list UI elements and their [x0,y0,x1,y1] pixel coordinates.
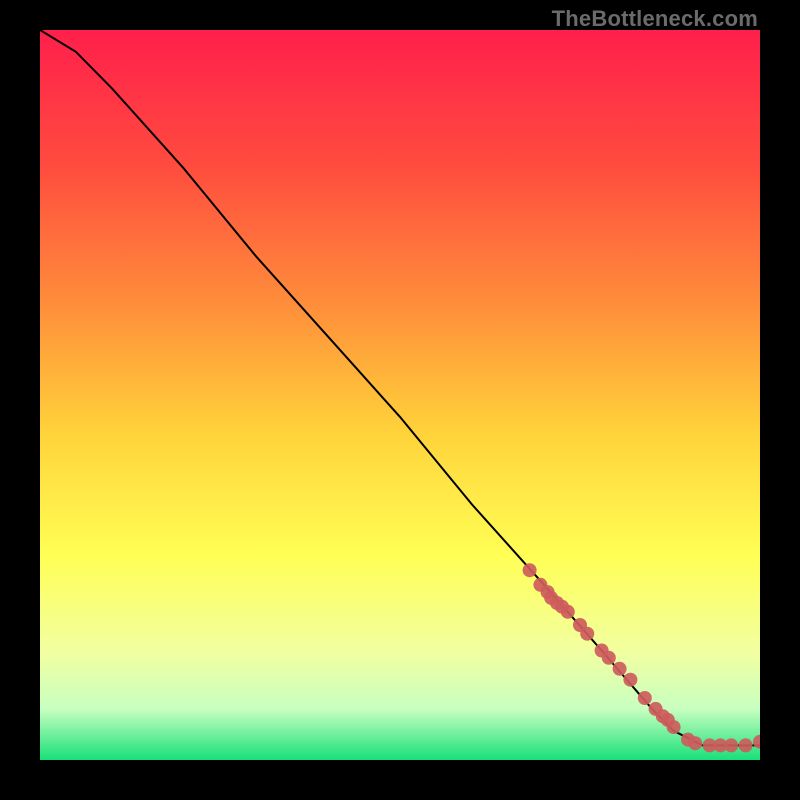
scatter-point [561,605,575,619]
scatter-point [724,738,738,752]
scatter-point [613,662,627,676]
scatter-point [623,673,637,687]
gradient-background [40,30,760,760]
chart-svg [40,30,760,760]
scatter-point [638,691,652,705]
watermark-label: TheBottleneck.com [552,6,758,32]
chart-frame: TheBottleneck.com [0,0,800,800]
scatter-point [602,651,616,665]
scatter-point [580,627,594,641]
plot-area [40,30,760,760]
scatter-point [667,720,681,734]
scatter-point [688,736,702,750]
scatter-point [739,738,753,752]
scatter-point [523,563,537,577]
